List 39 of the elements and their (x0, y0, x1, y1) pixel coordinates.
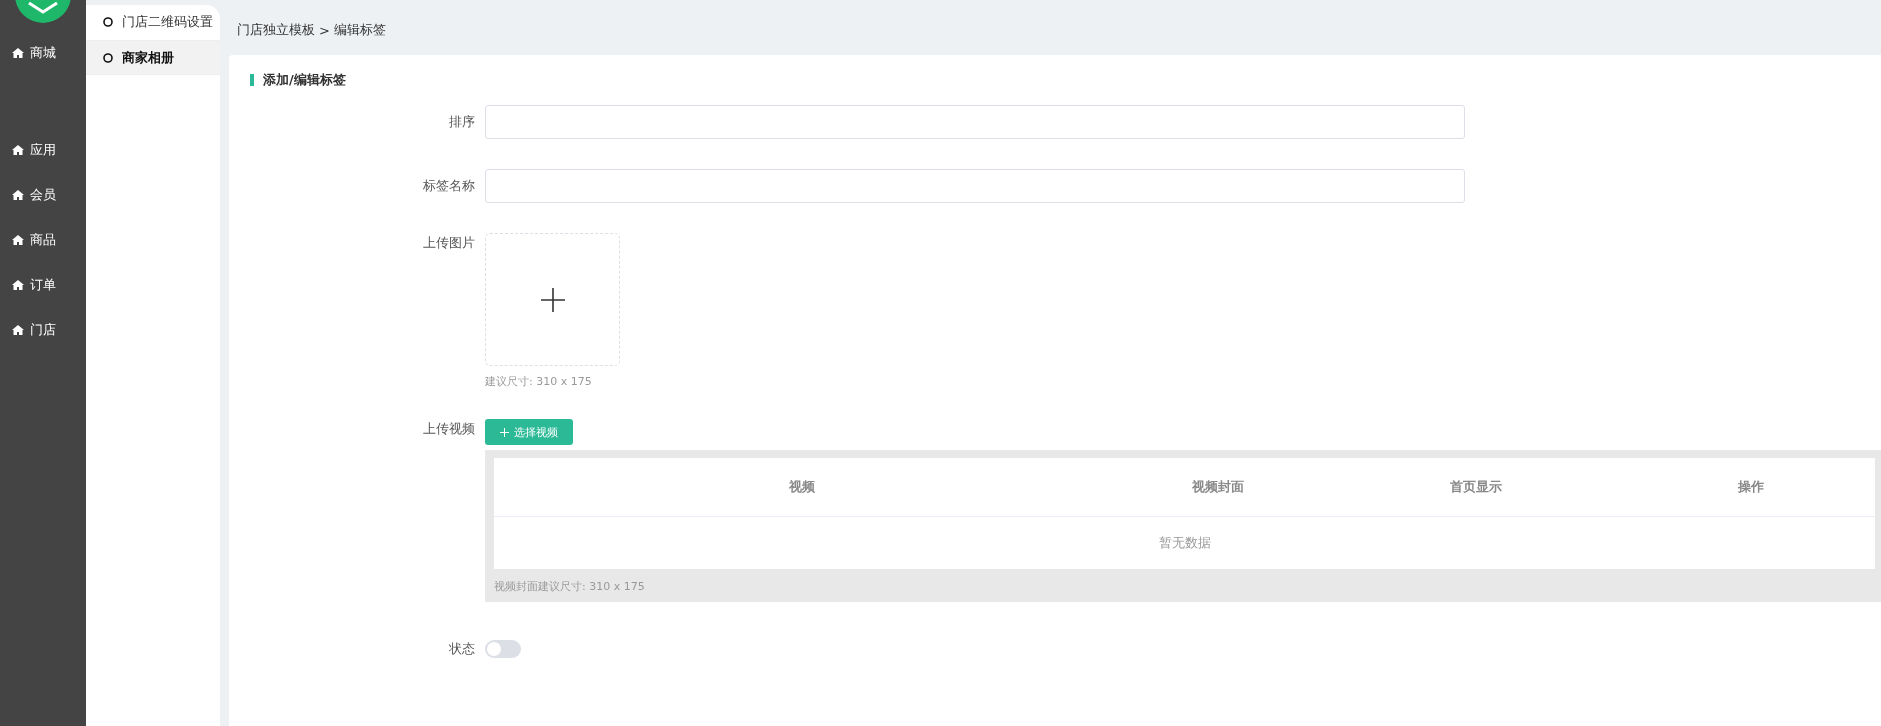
home-icon (12, 280, 24, 290)
circle-icon (103, 52, 113, 63)
plus-icon (500, 427, 509, 437)
breadcrumb-separator: > (319, 22, 330, 38)
title-marker (250, 74, 254, 86)
breadcrumb-current: 编辑标签 (333, 21, 386, 39)
field-label: 上传图片 (422, 234, 475, 252)
sidebar-item[interactable]: 订单 (0, 274, 86, 296)
home-icon (12, 235, 24, 245)
home-icon (12, 48, 24, 58)
section-title: 添加/编辑标签 (263, 71, 346, 89)
breadcrumb-link[interactable]: 门店独立模板 (237, 21, 315, 39)
plus-icon (539, 286, 566, 313)
field-label: 标签名称 (422, 177, 475, 195)
circle-icon (103, 16, 113, 27)
home-icon (12, 145, 24, 155)
empty-text: 暂无数据 (1158, 534, 1211, 552)
sidebar-item[interactable]: 会员 (0, 184, 86, 206)
field-label: 状态 (448, 640, 475, 658)
field-label: 排序 (448, 113, 475, 131)
column-header: 视频 (788, 478, 816, 496)
home-icon (12, 325, 24, 335)
column-header: 视频封面 (1191, 478, 1245, 496)
submenu-item[interactable]: 商家相册 (86, 40, 220, 75)
sidebar-item[interactable]: 门店 (0, 319, 86, 341)
column-header: 首页显示 (1449, 478, 1503, 496)
sidebar-item[interactable]: 商城 (0, 42, 86, 64)
input-field[interactable] (485, 169, 1465, 203)
input-field[interactable] (485, 105, 1465, 139)
status-toggle[interactable] (485, 640, 521, 658)
image-upload[interactable] (485, 233, 620, 366)
sidebar-item[interactable]: 应用 (0, 139, 86, 161)
submenu-item[interactable]: 门店二维码设置 (86, 5, 220, 38)
sidebar-item[interactable]: 商品 (0, 229, 86, 251)
cover-size-hint: 视频封面建议尺寸: 310 x 175 (494, 579, 646, 594)
column-header: 操作 (1736, 478, 1765, 496)
field-label: 上传视频 (422, 420, 475, 438)
size-hint: 建议尺寸: 310 x 175 (485, 374, 593, 389)
home-icon (12, 190, 24, 200)
